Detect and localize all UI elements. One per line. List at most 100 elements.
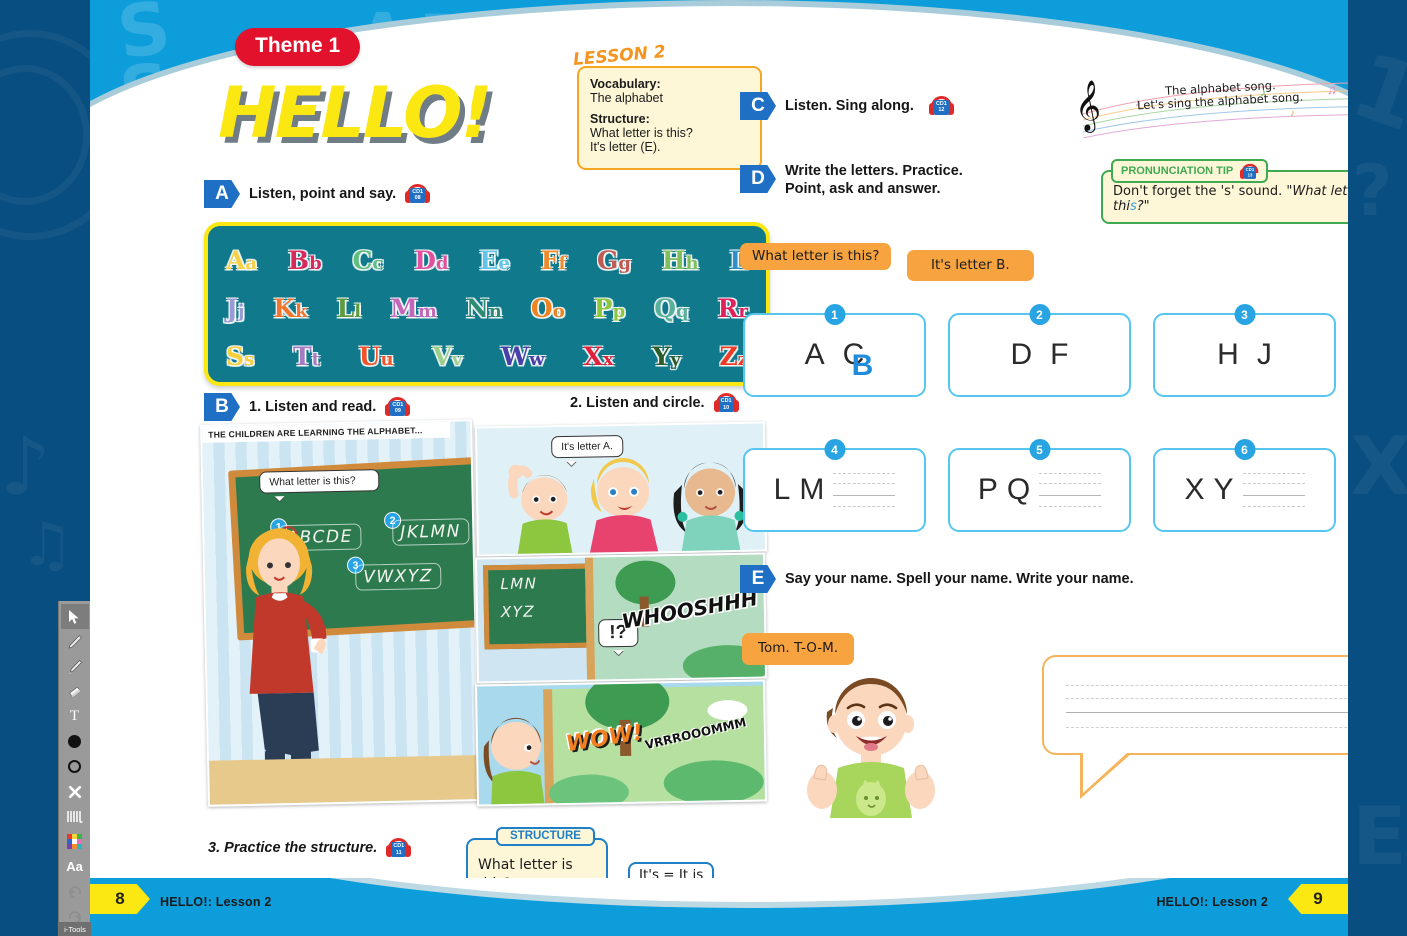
letter-card-right-letter: J: [1256, 338, 1272, 371]
alphabet-letter-o[interactable]: Oo: [531, 294, 565, 323]
alphabet-uppercase: C: [352, 245, 373, 275]
alphabet-lowercase: g: [618, 252, 631, 274]
audio-icon-b1[interactable]: CD1 09: [385, 396, 411, 418]
alphabet-letter-p[interactable]: Pp: [594, 294, 625, 323]
eraser-tool[interactable]: [61, 679, 89, 704]
text-tool[interactable]: T: [61, 704, 89, 729]
itools-app-window: 1 ? X ♪ ♫ E A T: [0, 0, 1407, 936]
letter-card-number: 6: [1234, 439, 1255, 460]
undo-tool[interactable]: [61, 879, 89, 904]
alphabet-letter-n[interactable]: Nn: [466, 294, 502, 323]
alphabet-uppercase: B: [287, 245, 310, 275]
letter-card-blank-rule[interactable]: [833, 473, 896, 507]
letter-card-4[interactable]: 4 LM: [743, 439, 926, 532]
alphabet-letter-x[interactable]: Xx: [583, 342, 613, 371]
letter-card-1[interactable]: 1 ABC: [743, 304, 926, 397]
alphabet-letter-s[interactable]: Ss: [226, 342, 254, 371]
alphabet-lowercase: e: [498, 252, 510, 274]
classroom-floor: [209, 755, 478, 805]
alphabet-letter-v[interactable]: Vv: [432, 342, 462, 371]
audio-icon-c[interactable]: CD1 12: [928, 95, 954, 117]
alphabet-letter-q[interactable]: Qq: [654, 294, 688, 323]
alphabet-row: Jj Kk Ll Mm Nn Oo Pp Qq Rr: [222, 284, 752, 332]
alphabet-letter-y[interactable]: Yy: [652, 342, 680, 371]
alphabet-lowercase: t: [311, 348, 320, 370]
alphabet-letter-a[interactable]: Aa: [226, 246, 257, 275]
alphabet-letter-w[interactable]: Ww: [501, 342, 545, 371]
letter-card-3[interactable]: 3 HJ: [1153, 304, 1336, 397]
color-palette-tool[interactable]: [61, 829, 89, 854]
filled-circle-tool[interactable]: [61, 729, 89, 754]
letter-card-second-letter: Q: [1006, 473, 1031, 506]
letter-card-second-letter: M: [799, 473, 825, 506]
letter-card-left-letter: A: [804, 338, 825, 371]
brush-tool[interactable]: [61, 654, 89, 679]
audio-icon-a[interactable]: CD1 08: [405, 183, 431, 205]
name-writing-area[interactable]: [1042, 655, 1348, 799]
pronunciation-s-highlight: s: [1129, 199, 1137, 214]
close-tool[interactable]: [61, 779, 89, 804]
alphabet-letter-m[interactable]: Mm: [390, 294, 437, 323]
bg-letter-decor: ♫: [20, 510, 74, 580]
audio-icon-b3[interactable]: CD1 11: [386, 838, 412, 859]
music-staff-decoration: 𝄞 ♪ ♪ ♫ ♪ The alphabet song. Let's sing …: [1075, 78, 1348, 139]
section-b-task2-title: 2. Listen and circle.: [570, 395, 705, 412]
comic-panel-whoosh: LMN XYZ !? WHOOSHHH: [474, 552, 768, 684]
alphabet-letter-g[interactable]: Gg: [597, 246, 631, 275]
writing-lines: [1066, 685, 1348, 729]
alphabet-letter-j[interactable]: Jj: [226, 294, 244, 323]
letter-card-blank-rule[interactable]: [1039, 473, 1102, 507]
alphabet-lowercase: s: [244, 348, 255, 370]
alphabet-uppercase: J: [226, 293, 238, 323]
letter-card-number: 5: [1029, 439, 1050, 460]
drawing-toolbar[interactable]: T Aa i-Tools: [58, 601, 91, 936]
lines-tool[interactable]: [61, 804, 89, 829]
alphabet-letter-f[interactable]: Ff: [541, 246, 567, 275]
letter-card-content: ABC: [804, 338, 874, 382]
section-c-badge: C: [740, 92, 776, 120]
section-d-title-line1: Write the letters. Practice.: [785, 163, 963, 179]
alphabet-letter-d[interactable]: Dd: [414, 246, 448, 275]
alphabet-letter-b[interactable]: Bb: [288, 246, 322, 275]
letter-card-number: 2: [1029, 304, 1050, 325]
alphabet-uppercase: T: [292, 341, 312, 371]
section-c-title: Listen. Sing along.: [785, 97, 914, 114]
alphabet-uppercase: N: [465, 293, 489, 323]
alphabet-letter-l[interactable]: Ll: [337, 294, 361, 323]
structure-label: Structure:: [590, 112, 650, 126]
comic-panel-kids: It's letter A.: [474, 421, 768, 557]
alphabet-uppercase: V: [432, 341, 452, 371]
section-c-header: C Listen. Sing along. CD1 12: [740, 92, 954, 120]
pronunciation-tab: PRONUNCIATION TIP CD1 13: [1111, 159, 1269, 183]
outline-circle-tool[interactable]: [61, 754, 89, 779]
alphabet-letter-h[interactable]: Hh: [662, 246, 699, 275]
audio-icon-b2[interactable]: CD1 10: [713, 393, 739, 414]
theme-badge: Theme 1: [235, 28, 361, 66]
cursor-tool[interactable]: [60, 604, 89, 629]
alphabet-uppercase: Q: [654, 293, 676, 323]
alphabet-letter-e[interactable]: Ee: [479, 246, 510, 275]
writing-guide-line: [833, 483, 896, 484]
letter-card-6[interactable]: 6 XY: [1153, 439, 1336, 532]
letter-card-2[interactable]: 2 DF: [948, 304, 1131, 397]
audio-icon-d[interactable]: CD1 13: [1240, 163, 1259, 179]
letter-card-5[interactable]: 5 PQ: [948, 439, 1131, 532]
writing-guide-line: [1242, 483, 1305, 484]
writing-guide-line: [1242, 495, 1305, 496]
letter-card-number: 4: [824, 439, 845, 460]
alphabet-letter-t[interactable]: Tt: [293, 342, 320, 371]
letter-card-left-letter: X: [1184, 473, 1205, 506]
letter-card-blank-rule[interactable]: [1242, 473, 1305, 507]
board2-line-1: LMN: [500, 574, 538, 594]
alphabet-uppercase: A: [226, 245, 246, 275]
alphabet-letter-u[interactable]: Uu: [359, 342, 394, 371]
letter-card-content: XY: [1184, 473, 1305, 507]
writing-guide-line: [833, 506, 896, 507]
section-a-title: Listen, point and say.: [249, 185, 397, 202]
font-size-tool[interactable]: Aa: [61, 854, 89, 879]
pencil-tool[interactable]: [61, 629, 89, 654]
alphabet-letter-k[interactable]: Kk: [273, 294, 307, 323]
alphabet-uppercase: X: [583, 341, 603, 371]
alphabet-lowercase: q: [676, 300, 689, 322]
alphabet-letter-c[interactable]: Cc: [353, 246, 384, 275]
